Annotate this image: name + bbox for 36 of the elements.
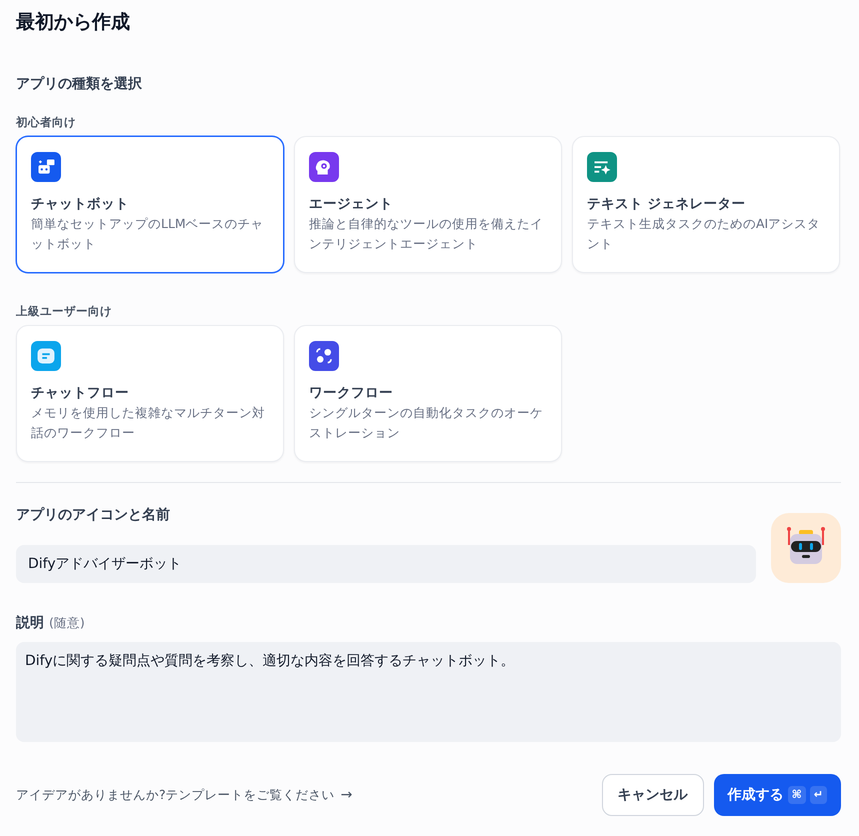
field-label: 説明 — [16, 614, 44, 633]
card-title: テキスト ジェネレーター — [587, 195, 747, 214]
robot-avatar-icon[interactable] — [771, 513, 841, 583]
arrow-icon: → — [340, 787, 352, 803]
cancel-button[interactable]: キャンセル — [602, 774, 704, 816]
text-sparkle-icon — [587, 152, 617, 182]
card-title: チャットボット — [31, 195, 130, 214]
field-label: アプリのアイコンと名前 — [16, 506, 171, 525]
app-type-card[interactable]: チャットボット 簡単なセットアップのLLMベースのチャットボット — [16, 136, 284, 273]
description-field[interactable]: Difyに関する疑問点や質問を考察し、適切な内容を回答するチャットボット。 — [16, 642, 841, 742]
card-title: ワークフロー — [309, 384, 394, 403]
card-description: 簡単なセットアップのLLMベースのチャットボット — [31, 215, 265, 253]
card-description: メモリを使用した複雑なマルチターン対話のワークフロー — [31, 404, 266, 442]
app-type-card[interactable]: エージェント 推論と自律的なツールの使用を備えたインテリジェントエージェント — [294, 136, 562, 273]
shortcut-key: ↵ — [810, 786, 827, 804]
card-title: チャットフロー — [31, 384, 130, 403]
shortcut-key: ⌘ — [788, 786, 806, 804]
head-gear-icon — [309, 152, 339, 182]
card-description: テキスト生成タスクのためのAIアシスタント — [587, 215, 822, 253]
app-type-card[interactable]: チャットフロー メモリを使用した複雑なマルチターン対話のワークフロー — [16, 325, 284, 462]
optional-hint: (随意) — [49, 614, 85, 632]
chat-bubble-icon — [31, 341, 61, 371]
card-description: シングルターンの自動化タスクのオーケストレーション — [309, 404, 544, 442]
app-type-card[interactable]: テキスト ジェネレーター テキスト生成タスクのためのAIアシスタント — [572, 136, 840, 273]
group-label: 初心者向け — [16, 114, 77, 130]
section-label: アプリの種類を選択 — [16, 75, 143, 94]
card-title: エージェント — [309, 195, 394, 214]
robot-icon — [31, 152, 61, 182]
workflow-icon — [309, 341, 339, 371]
app-name-field[interactable]: Difyアドバイザーボット — [16, 545, 756, 583]
template-link[interactable]: アイデアがありませんか?テンプレートをご覧ください — [16, 786, 335, 804]
create-button[interactable]: 作成する ⌘ ↵ — [714, 774, 841, 816]
app-type-card[interactable]: ワークフロー シングルターンの自動化タスクのオーケストレーション — [294, 325, 562, 462]
group-label: 上級ユーザー向け — [16, 303, 113, 319]
dialog-title: 最初から作成 — [16, 10, 131, 35]
card-description: 推論と自律的なツールの使用を備えたインテリジェントエージェント — [309, 215, 544, 253]
